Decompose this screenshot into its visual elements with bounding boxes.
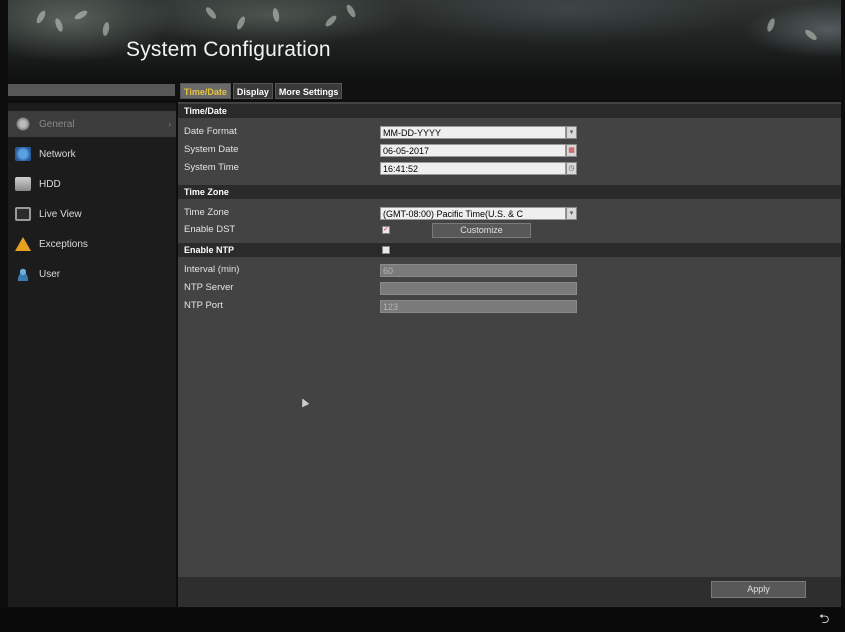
- sidebar-item-hdd[interactable]: HDD: [8, 171, 176, 197]
- back-icon[interactable]: ⮌: [819, 612, 835, 626]
- footer-bar: ⮌: [0, 608, 845, 632]
- network-icon: [15, 147, 31, 161]
- section-header-enable-ntp: Enable NTP: [178, 243, 841, 257]
- enable-dst-checkbox[interactable]: ✓: [382, 226, 390, 234]
- sidebar-item-label: HDD: [39, 178, 61, 190]
- sidebar: General › Network HDD Live View Exceptio…: [8, 103, 176, 607]
- sidebar-item-exceptions[interactable]: Exceptions: [8, 231, 176, 257]
- sidebar-item-live-view[interactable]: Live View: [8, 201, 176, 227]
- enable-ntp-checkbox[interactable]: [382, 246, 390, 254]
- system-date-label: System Date: [184, 144, 239, 155]
- sidebar-item-label: Exceptions: [39, 238, 88, 250]
- date-format-label: Date Format: [184, 126, 237, 137]
- tab-display[interactable]: Display: [232, 83, 273, 99]
- system-date-field[interactable]: 06-05-2017: [380, 144, 566, 157]
- customize-button[interactable]: Customize: [432, 223, 531, 238]
- ntp-server-label: NTP Server: [184, 282, 234, 293]
- app-frame: System Configuration Time/Date Display M…: [0, 0, 845, 632]
- time-zone-label: Time Zone: [184, 207, 230, 218]
- tab-time-date[interactable]: Time/Date: [180, 83, 231, 99]
- settings-panel: Time/Date Date Format MM-DD-YYYY ▾ Syste…: [178, 102, 841, 607]
- time-zone-select[interactable]: (GMT-08:00) Pacific Time(U.S. & C: [380, 207, 566, 220]
- sidebar-item-general[interactable]: General ›: [8, 111, 176, 137]
- apply-button[interactable]: Apply: [711, 581, 806, 598]
- system-time-field[interactable]: 16:41:52: [380, 162, 566, 175]
- ntp-port-field[interactable]: 123: [380, 300, 577, 313]
- chevron-right-icon: ›: [168, 119, 171, 129]
- sidebar-item-label: Live View: [39, 208, 82, 220]
- sidebar-item-user[interactable]: User: [8, 261, 176, 287]
- calendar-icon[interactable]: ▦: [566, 144, 577, 157]
- sidebar-item-network[interactable]: Network: [8, 141, 176, 167]
- gear-icon: [15, 117, 31, 131]
- date-format-select[interactable]: MM-DD-YYYY: [380, 126, 566, 139]
- interval-label: Interval (min): [184, 264, 240, 275]
- monitor-icon: [15, 207, 31, 221]
- sidebar-item-label: User: [39, 268, 61, 280]
- chevron-down-icon[interactable]: ▾: [566, 207, 577, 220]
- warning-icon: [15, 237, 31, 251]
- chevron-down-icon[interactable]: ▾: [566, 126, 577, 139]
- sidebar-item-label: General: [39, 118, 75, 130]
- clock-icon[interactable]: ◷: [566, 162, 577, 175]
- sidebar-item-label: Network: [39, 148, 76, 160]
- section-header-time-date: Time/Date: [178, 104, 841, 118]
- ntp-server-field[interactable]: [380, 282, 577, 295]
- hdd-icon: [15, 177, 31, 191]
- page-title: System Configuration: [126, 38, 331, 61]
- header-banner: System Configuration: [8, 0, 841, 80]
- ntp-port-label: NTP Port: [184, 300, 223, 311]
- section-header-time-zone: Time Zone: [178, 185, 841, 199]
- interval-field[interactable]: 60: [380, 264, 577, 277]
- enable-dst-label: Enable DST: [184, 224, 236, 235]
- system-time-label: System Time: [184, 162, 239, 173]
- user-icon: [15, 267, 31, 281]
- tab-bar: Time/Date Display More Settings: [180, 83, 343, 99]
- sidebar-header: [8, 84, 175, 96]
- action-bar: Apply: [178, 577, 841, 607]
- tab-more-settings[interactable]: More Settings: [274, 83, 343, 99]
